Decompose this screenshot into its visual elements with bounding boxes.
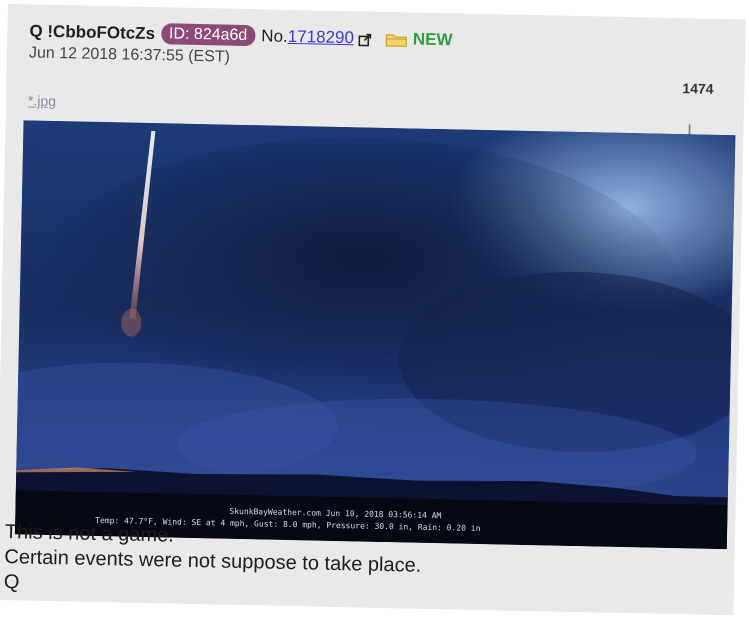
storm-cloud-photo [14,120,736,550]
post-number-link[interactable]: 1718290 [288,26,355,47]
post-body: This is not a game. Certain events were … [4,520,422,604]
new-label: NEW [412,28,453,49]
post-count: 1474 [682,80,714,97]
post-timestamp: Jun 12 2018 16:37:55 (EST) [28,44,231,66]
post-image[interactable]: SkunkBayWeather.com Jun 10, 2018 03:56:1… [14,120,736,550]
image-filename-link[interactable]: *.jpg [28,92,56,109]
page: Q !CbboFOtcZs ID: 824a6d No. 1718290 NEW… [0,0,749,627]
external-link-icon[interactable] [357,31,371,47]
folder-icon[interactable] [385,31,407,47]
post-number-label: No. [261,25,288,46]
post-author: Q !CbboFOtcZs [29,20,156,43]
post-card: Q !CbboFOtcZs ID: 824a6d No. 1718290 NEW… [0,4,746,616]
poster-id-badge[interactable]: ID: 824a6d [160,23,256,47]
